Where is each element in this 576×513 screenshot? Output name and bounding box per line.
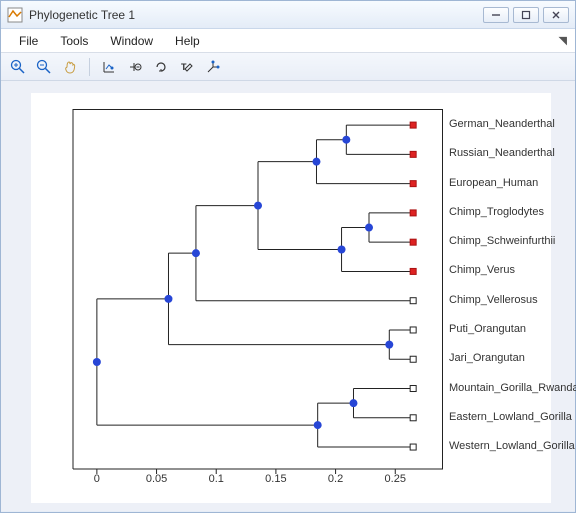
menu-help[interactable]: Help	[165, 32, 210, 50]
x-tick-label: 0.25	[385, 473, 406, 485]
leaf-label: Mountain_Gorilla_Rwanda	[449, 382, 576, 394]
leaf-label: Russian_Neanderthal	[449, 147, 555, 159]
menubar: File Tools Window Help ◥	[1, 29, 575, 53]
app-icon	[7, 7, 23, 23]
menu-tools[interactable]: Tools	[50, 32, 98, 50]
toolbar: T	[1, 53, 575, 81]
undock-icon[interactable]: ◥	[559, 34, 567, 47]
plot-area: German_NeanderthalRussian_NeanderthalEur…	[31, 93, 551, 503]
x-tick-label: 0	[94, 473, 100, 485]
leaf-label: Puti_Orangutan	[449, 323, 526, 335]
menu-file[interactable]: File	[9, 32, 48, 50]
leaf-label: German_Neanderthal	[449, 118, 555, 130]
collapse-icon[interactable]	[124, 56, 146, 78]
leaf-label: Jari_Orangutan	[449, 352, 525, 364]
x-tick-label: 0.05	[146, 473, 167, 485]
zoom-in-icon[interactable]	[7, 56, 29, 78]
maximize-button[interactable]	[513, 7, 539, 23]
rotate-icon[interactable]	[150, 56, 172, 78]
pan-icon[interactable]	[59, 56, 81, 78]
close-button[interactable]	[543, 7, 569, 23]
inspect-icon[interactable]	[98, 56, 120, 78]
zoom-out-icon[interactable]	[33, 56, 55, 78]
menu-window[interactable]: Window	[100, 32, 163, 50]
toolbar-separator	[89, 58, 90, 76]
leaf-label: Chimp_Troglodytes	[449, 206, 544, 218]
x-tick-label: 0.2	[328, 473, 343, 485]
titlebar: Phylogenetic Tree 1	[1, 1, 575, 29]
minimize-button[interactable]	[483, 7, 509, 23]
leaf-label: Chimp_Schweinfurthii	[449, 235, 555, 247]
leaf-label: Eastern_Lowland_Gorilla	[449, 411, 572, 423]
figure-canvas: German_Neanderthal Russian_Neanderthal Eur…	[1, 81, 575, 511]
leaf-label: European_Human	[449, 177, 538, 189]
x-tick-label: 0.15	[265, 473, 286, 485]
window-buttons	[483, 7, 569, 23]
rename-icon[interactable]: T	[176, 56, 198, 78]
leaf-label: Chimp_Verus	[449, 264, 515, 276]
leaf-label: Chimp_Vellerosus	[449, 294, 538, 306]
window-title: Phylogenetic Tree 1	[29, 8, 483, 22]
app-window: Phylogenetic Tree 1 File Tools Window He…	[0, 0, 576, 513]
prune-icon[interactable]	[202, 56, 224, 78]
leaf-label: Western_Lowland_Gorilla	[449, 440, 575, 452]
x-tick-label: 0.1	[209, 473, 224, 485]
